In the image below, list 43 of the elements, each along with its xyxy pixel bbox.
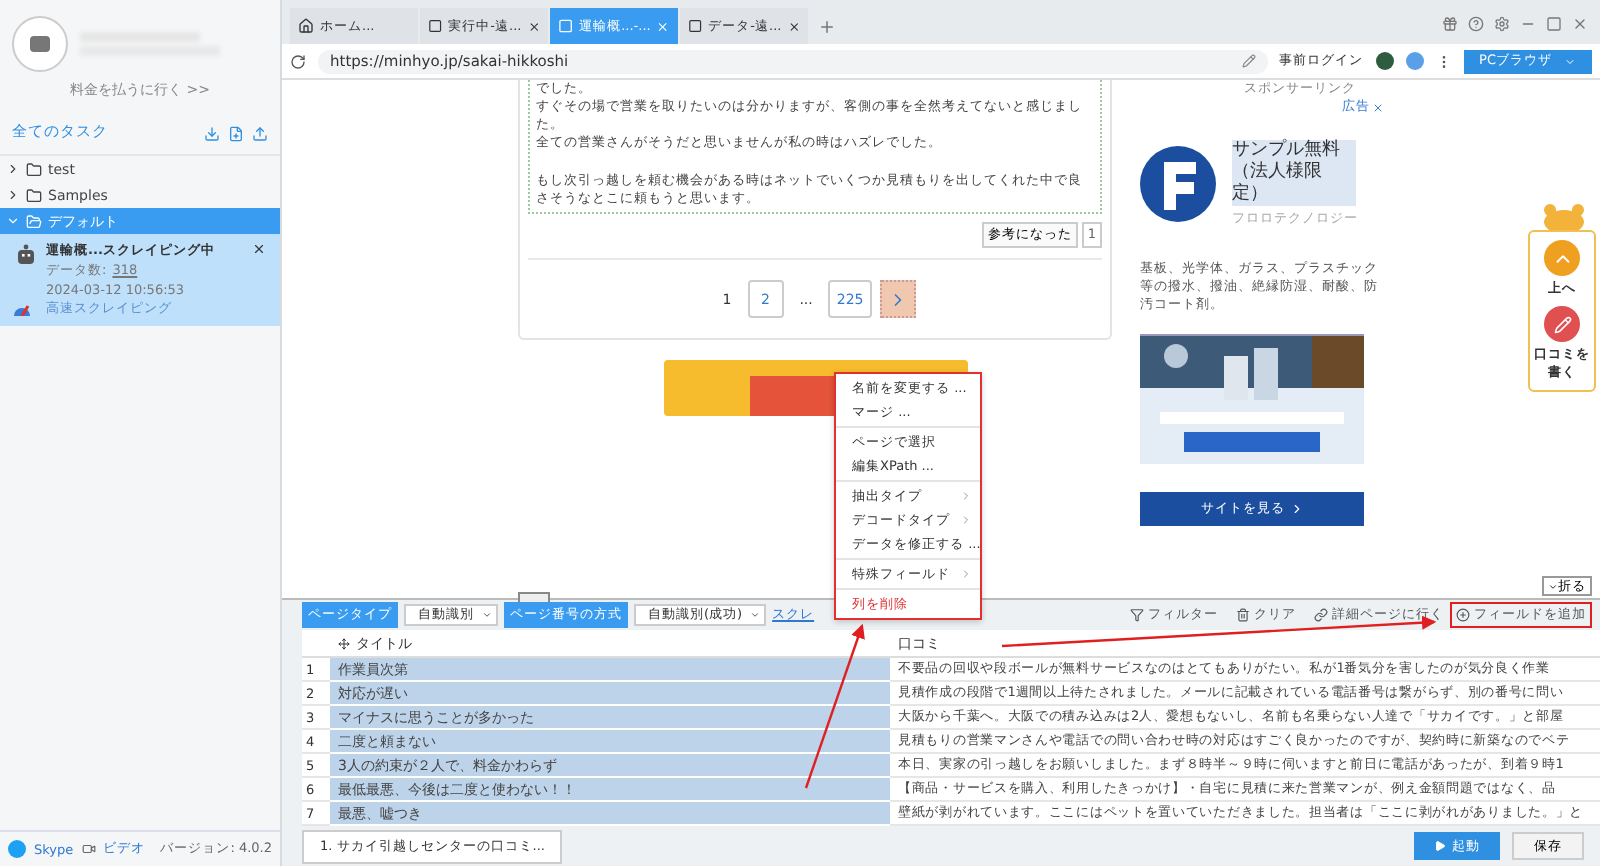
caret-icon [750, 610, 761, 620]
folder-icon [26, 213, 42, 229]
caret-icon [1564, 55, 1576, 67]
gift-icon[interactable] [1442, 16, 1458, 32]
upload-icon[interactable] [252, 126, 268, 142]
ad-title: サンプル無料（法人様限定） [1232, 140, 1356, 206]
logo-icon [1140, 146, 1216, 222]
close-icon[interactable] [1372, 101, 1384, 113]
home-icon [298, 18, 314, 34]
chevron-icon [1289, 502, 1303, 516]
gauge-icon [12, 300, 32, 316]
add-file-icon[interactable] [228, 126, 244, 142]
robot-icon [12, 242, 40, 270]
page-icon [428, 18, 443, 34]
move-icon [338, 637, 350, 649]
pencil-icon [1553, 315, 1571, 333]
plus-icon [1456, 608, 1470, 622]
chevron-icon [1548, 581, 1558, 591]
close-icon[interactable] [527, 19, 540, 33]
chevron-icon [960, 568, 972, 580]
video-icon [81, 842, 96, 856]
collapse-handle[interactable] [518, 592, 550, 602]
folder-icon [26, 187, 42, 203]
link-icon [1314, 608, 1328, 622]
folder-icon [26, 161, 42, 177]
help-icon[interactable] [1468, 16, 1484, 32]
close-icon[interactable] [787, 19, 800, 33]
download-icon[interactable] [204, 126, 220, 142]
trash-icon [1236, 608, 1250, 622]
close-icon[interactable] [252, 242, 266, 256]
caret-icon [482, 610, 492, 620]
settings-icon[interactable] [1494, 16, 1510, 32]
avatar [12, 16, 68, 72]
reload-icon[interactable] [290, 53, 306, 69]
maximize-icon[interactable] [1546, 16, 1562, 32]
page-icon [558, 18, 574, 34]
play-icon [1434, 840, 1446, 852]
page-icon [688, 18, 703, 34]
filter-icon [1130, 608, 1144, 622]
pencil-icon[interactable] [1241, 54, 1256, 68]
next-page-button[interactable] [879, 280, 916, 318]
new-tab-icon[interactable] [818, 18, 836, 36]
skype-icon [8, 840, 26, 858]
